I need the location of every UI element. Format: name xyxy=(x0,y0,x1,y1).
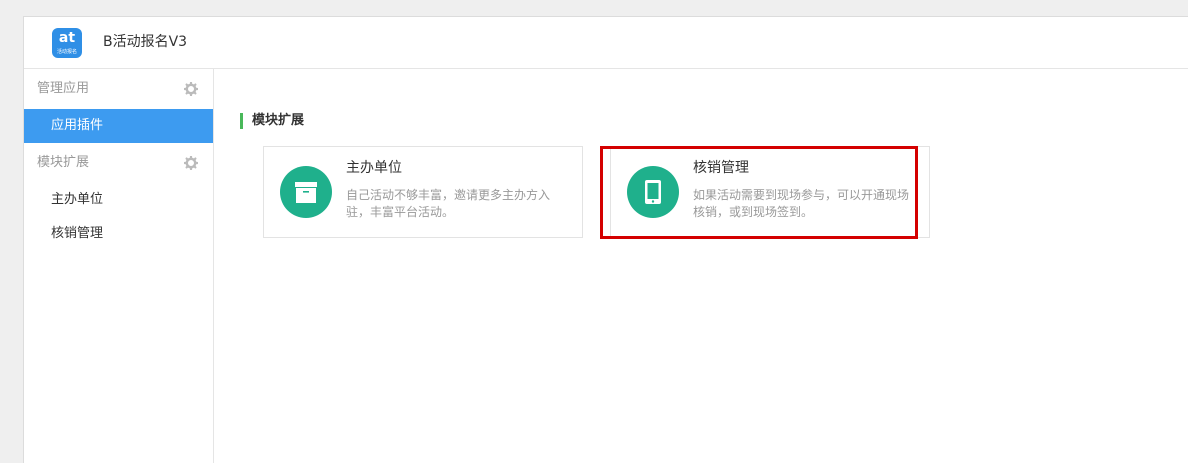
gear-icon[interactable] xyxy=(184,82,198,96)
sidebar-section-label: 管理应用 xyxy=(37,81,90,96)
highlight-box xyxy=(600,146,918,239)
logo-caption: 活动报名 xyxy=(56,49,77,55)
sidebar-item-organizer[interactable]: 主办单位 xyxy=(24,183,213,217)
sidebar-item-verification[interactable]: 核销管理 xyxy=(24,217,213,251)
card-icon-circle xyxy=(280,166,332,218)
sidebar-section-manage: 管理应用 xyxy=(24,69,213,109)
box-icon xyxy=(295,182,317,203)
app-title: B活动报名V3 xyxy=(103,34,188,50)
main-content: 模块扩展 主办单位 自己活动不够丰富，邀请更多主办方入驻，丰富平台活动。 核销管… xyxy=(214,69,1188,463)
module-card-organizer[interactable]: 主办单位 自己活动不够丰富，邀请更多主办方入驻，丰富平台活动。 xyxy=(263,146,583,238)
sidebar-section-modules: 模块扩展 xyxy=(24,143,213,183)
card-title: 主办单位 xyxy=(346,160,402,176)
app-logo[interactable]: at 活动报名 xyxy=(52,28,82,58)
sidebar: 管理应用 应用插件 模块扩展 主办单位 核销管理 xyxy=(24,69,214,463)
top-bar: at 活动报名 B活动报名V3 xyxy=(24,17,1188,69)
gear-icon[interactable] xyxy=(184,156,198,170)
sidebar-item-app-plugins[interactable]: 应用插件 xyxy=(24,109,213,143)
section-title: 模块扩展 xyxy=(240,113,304,129)
card-description: 自己活动不够丰富，邀请更多主办方入驻，丰富平台活动。 xyxy=(346,188,551,219)
sidebar-section-label: 模块扩展 xyxy=(37,155,90,170)
logo-mark: at xyxy=(58,30,76,46)
app-window: at 活动报名 B活动报名V3 管理应用 应用插件 模块扩展 主办单位 核销管理… xyxy=(23,16,1188,463)
